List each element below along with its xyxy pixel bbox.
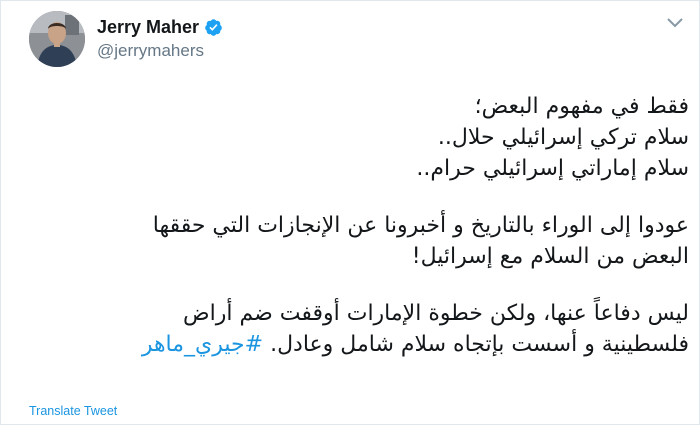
chevron-down-icon[interactable]: [665, 15, 685, 29]
tweet-line: سلام تركي إسرائيلي حلال..: [437, 125, 689, 150]
tweet-line: ليس دفاعاً عنها، ولكن خطوة الإمارات أوقف…: [183, 301, 689, 326]
display-name[interactable]: Jerry Maher: [97, 17, 199, 38]
tweet-line: عودوا إلى الوراء بالتاريخ و أخبرونا عن ا…: [152, 213, 689, 238]
avatar[interactable]: [29, 11, 85, 67]
tweet-line: سلام إماراتي إسرائيلي حرام..: [416, 156, 689, 181]
tweet-line: فقط في مفهوم البعض؛: [474, 94, 689, 119]
tweet-header: Jerry Maher @jerrymahers: [29, 11, 589, 71]
tweet-line-text: فلسطينية و أسست بإتجاه سلام شامل وعادل.: [270, 332, 689, 357]
name-row: Jerry Maher: [97, 15, 223, 39]
tweet-line-with-hashtag: فلسطينية و أسست بإتجاه سلام شامل وعادل. …: [29, 329, 689, 360]
hashtag-link[interactable]: #جيري_ماهر: [142, 332, 263, 357]
user-handle[interactable]: @jerrymahers: [97, 41, 223, 61]
user-info: Jerry Maher @jerrymahers: [97, 15, 223, 61]
verified-badge-icon: [204, 18, 223, 37]
translate-tweet-link[interactable]: Translate Tweet: [29, 404, 117, 418]
tweet-text: فقط في مفهوم البعض؛ سلام تركي إسرائيلي ح…: [29, 91, 689, 360]
tweet-line: البعض من السلام مع إسرائيل!: [411, 244, 689, 269]
profile-photo: [29, 11, 85, 67]
tweet-card: Jerry Maher @jerrymahers فقط في مفهوم ال…: [0, 0, 700, 425]
